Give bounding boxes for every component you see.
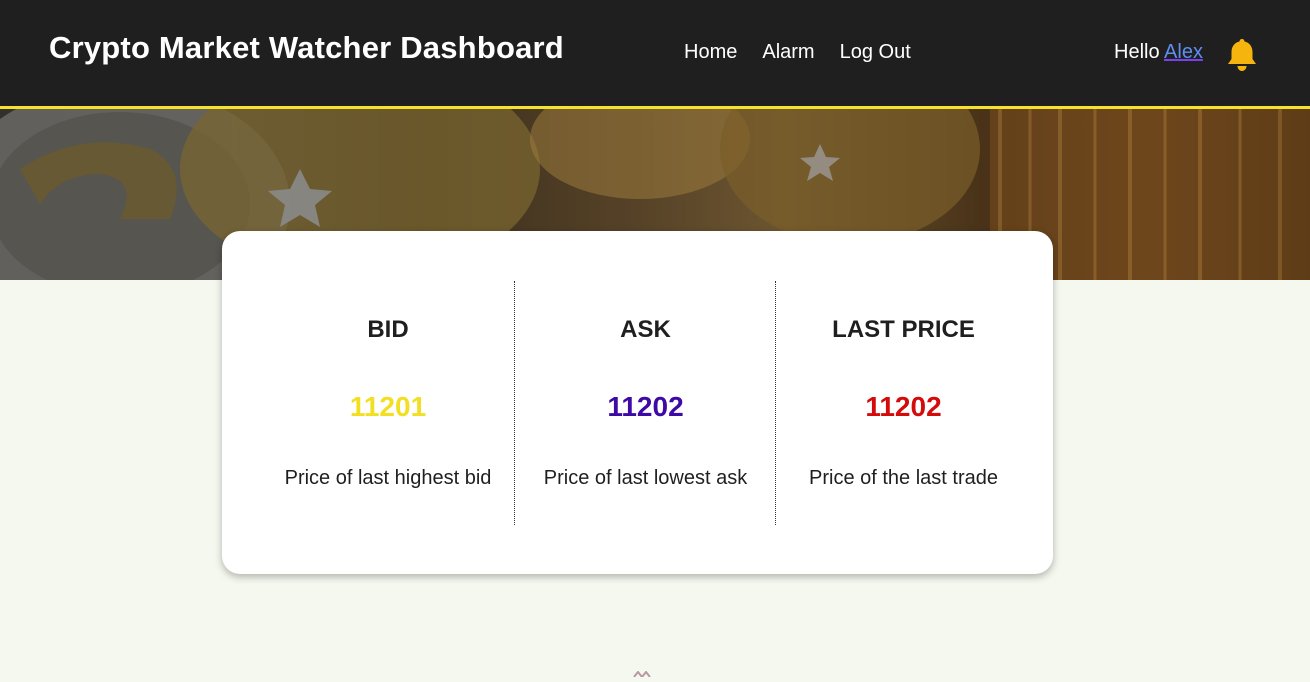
ask-value: 11202 [607, 391, 684, 422]
ask-label: ASK [620, 316, 671, 343]
bid-label: BID [367, 316, 409, 343]
app-title: Crypto Market Watcher Dashboard [49, 30, 564, 65]
top-navbar: Crypto Market Watcher Dashboard Home Ala… [0, 0, 1310, 109]
scroll-down-icon[interactable] [630, 664, 654, 678]
username-link[interactable]: Alex [1164, 41, 1203, 63]
ask-stat: ASK 11202 Price of last lowest ask [514, 281, 776, 525]
greeting-text: Hello [1114, 41, 1160, 63]
user-greeting: Hello Alex [1114, 41, 1203, 64]
nav-home-link[interactable]: Home [684, 41, 737, 64]
nav-logout-link[interactable]: Log Out [840, 41, 911, 64]
bell-icon[interactable] [1226, 37, 1258, 73]
bid-description: Price of last highest bid [284, 467, 492, 489]
bid-stat: BID 11201 Price of last highest bid [262, 281, 514, 525]
last-price-description: Price of the last trade [809, 467, 998, 489]
main-nav: Home Alarm Log Out [684, 41, 911, 64]
last-price-label: LAST PRICE [832, 316, 975, 343]
ask-description: Price of last lowest ask [543, 467, 748, 489]
nav-alarm-link[interactable]: Alarm [762, 41, 814, 64]
bid-value: 11201 [349, 391, 427, 422]
last-price-stat: LAST PRICE 11202 Price of the last trade [775, 281, 1031, 525]
last-price-value: 11202 [865, 391, 942, 422]
market-stats-card: BID 11201 Price of last highest bid ASK … [222, 231, 1053, 574]
